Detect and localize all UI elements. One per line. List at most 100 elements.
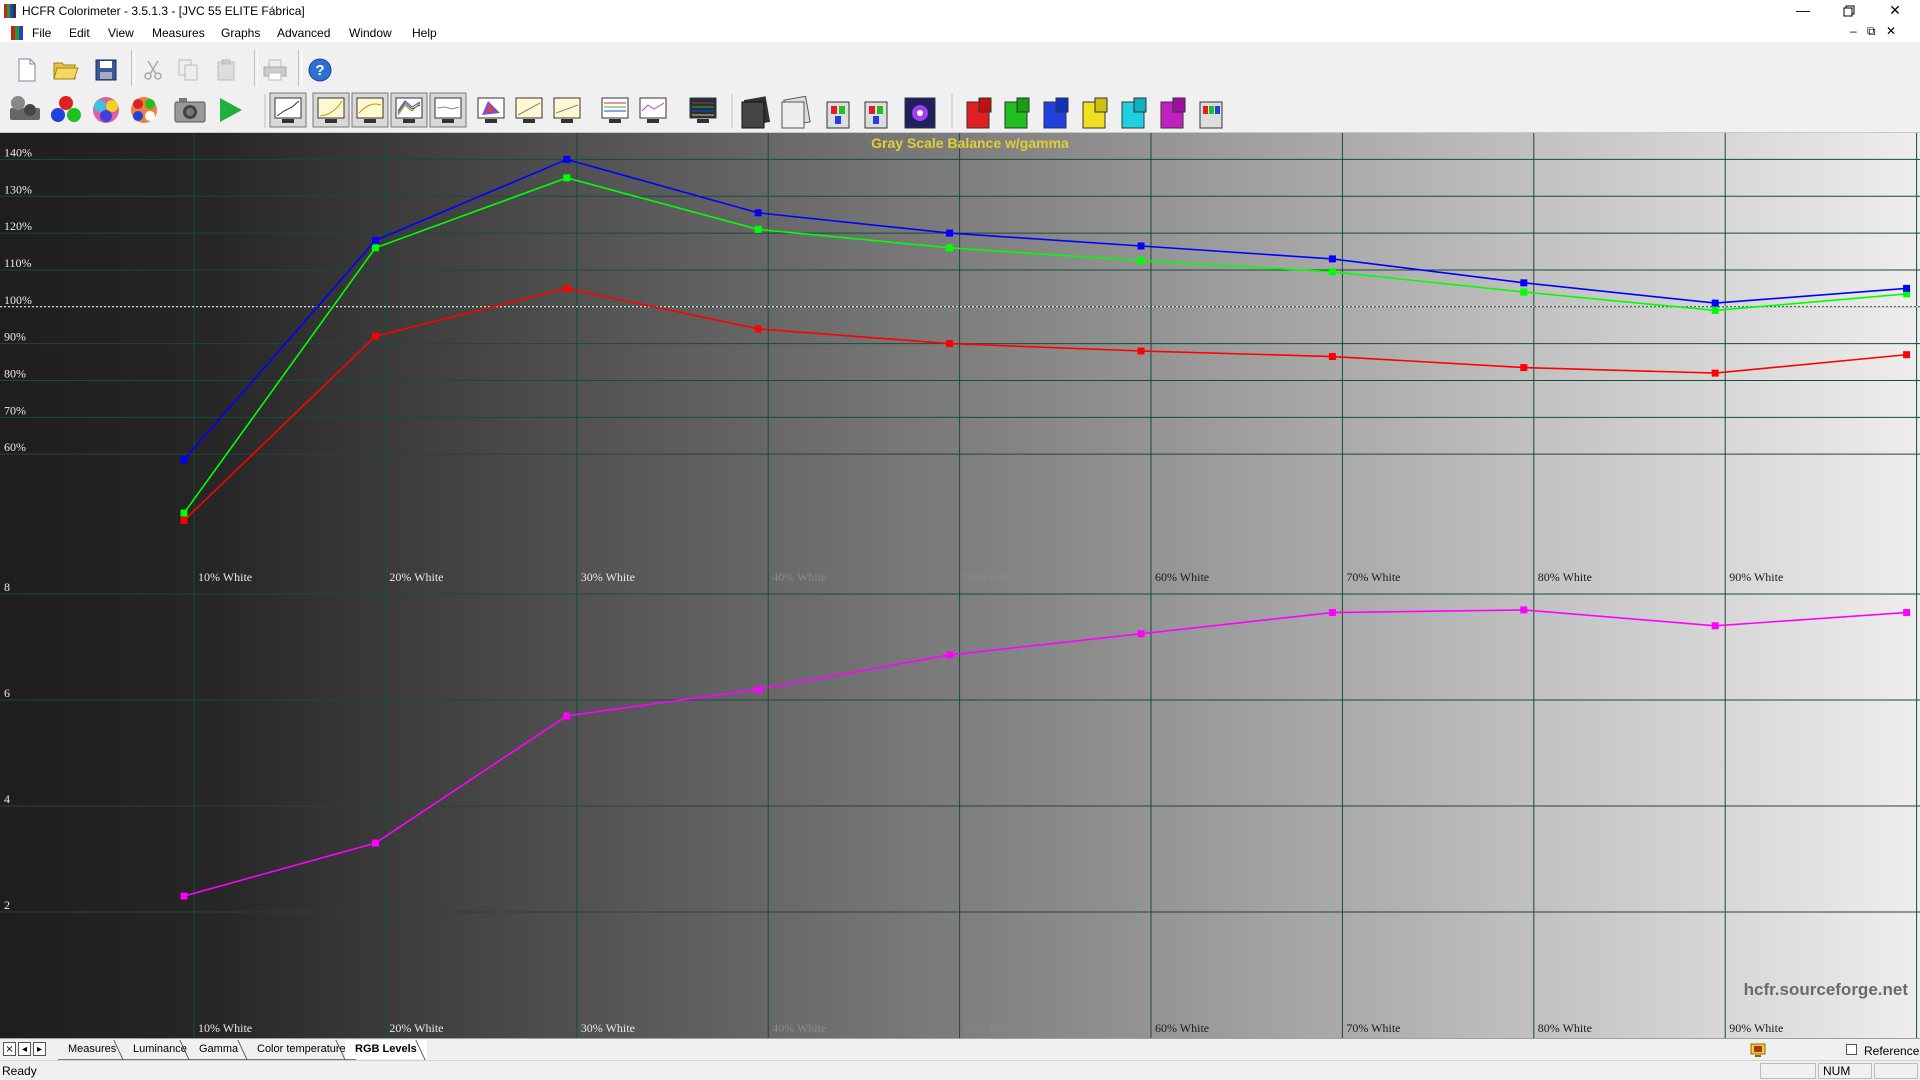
graph-grey2-icon[interactable] [553,97,581,123]
graph-saturation-icon[interactable] [689,97,717,123]
graph-grey-icon[interactable] [515,97,543,123]
new-document-icon[interactable] [10,53,44,87]
toolbar-separator [131,50,135,86]
cut-icon[interactable] [136,53,170,87]
tab-next-button[interactable]: ▸ [33,1042,46,1056]
play-icon[interactable] [220,98,242,122]
graph-gamma-icon[interactable] [312,92,350,128]
magenta-sat-icon[interactable] [1160,97,1186,129]
graph-luminance-icon[interactable] [269,92,307,128]
data-point [946,340,954,348]
x-tick-label: 80% White [1538,1021,1592,1035]
reference-checkbox[interactable] [1846,1044,1857,1055]
help-icon[interactable]: ? [303,53,337,87]
film-white-icon[interactable] [781,95,811,129]
menu-view[interactable]: View [108,26,134,40]
menu-window[interactable]: Window [349,26,392,40]
menu-help[interactable]: Help [412,26,437,40]
camera-icon[interactable] [174,98,206,123]
graph-rgb-icon[interactable] [390,92,428,128]
tab-rgb-levels[interactable]: RGB Levels [345,1040,427,1059]
data-point [1520,288,1528,296]
x-tick-label: 60% White [1155,1021,1209,1035]
data-point [371,244,379,252]
menu-edit[interactable]: Edit [69,26,90,40]
close-icon[interactable]: ✕ [1872,0,1918,22]
toolbar-separator [298,50,302,86]
graph-colortemp-icon[interactable] [429,92,467,128]
y-tick-label: 70% [4,403,26,417]
x-tick-label: 50% White [964,1021,1018,1035]
y-tick-label: 110% [4,256,32,270]
film-star-icon[interactable] [904,97,936,129]
x-tick-label: 10% White [198,1021,252,1035]
display-icon[interactable] [1750,1042,1766,1058]
app-icon [4,4,16,18]
mdi-close-icon[interactable]: ✕ [1886,24,1896,38]
data-point [754,325,762,333]
film-rgb-icon[interactable] [826,101,850,129]
rgb-balls-icon[interactable] [51,96,81,122]
data-point [371,839,379,847]
graph-view[interactable]: 60% 70% 80% 90% 100% 110% 120% 130% 140% 10% Whit… [0,133,1920,1038]
status-pane [1760,1063,1816,1079]
data-point [563,174,571,182]
y-tick-label: 6 [4,686,10,700]
data-point [1711,369,1719,377]
data-point [946,651,954,659]
minimize-icon[interactable]: — [1780,0,1826,22]
cie-diagram-icon[interactable] [477,97,505,123]
data-point [946,244,954,252]
save-icon[interactable] [89,53,123,87]
graph-near-white-icon[interactable] [639,97,667,123]
document-icon[interactable] [11,26,25,40]
hcfr-window: HCFR Colorimeter - 3.5.1.3 - [JVC 55 ELI… [0,0,1920,1080]
data-point [180,456,188,464]
data-point [563,712,571,720]
data-point [754,685,762,693]
x-tick-label: 40% White [772,570,826,584]
mdi-minimize-icon[interactable]: – [1850,24,1857,38]
tab-prev-button[interactable]: ◂ [18,1042,31,1056]
restore-icon[interactable] [1826,0,1872,22]
menu-graphs[interactable]: Graphs [221,26,260,40]
color-gamut-icon[interactable] [131,97,157,123]
menu-file[interactable]: File [32,26,51,40]
all-sat-icon[interactable] [1199,101,1223,129]
tab-first-button[interactable]: ⨯ [3,1042,16,1056]
y-tick-label: 120% [4,219,32,233]
print-icon[interactable] [258,53,292,87]
green-sat-icon[interactable] [1004,97,1030,129]
mdi-restore-icon[interactable]: ⧉ [1867,24,1876,39]
data-point [563,155,571,163]
graph-near-black-icon[interactable] [601,97,629,123]
film-rgb2-icon[interactable] [864,101,888,129]
status-bar: Ready NUM [0,1060,1920,1080]
tab-luminance[interactable]: Luminance [123,1040,197,1060]
graph-curve-icon[interactable] [351,92,389,128]
red-sat-icon[interactable] [966,97,992,129]
x-tick-label: 90% White [1729,1021,1783,1035]
film-black-icon[interactable] [741,96,771,129]
data-point [1520,279,1528,287]
data-point [1903,351,1911,359]
paste-icon[interactable] [209,53,243,87]
color-wheel-icon[interactable] [93,97,119,123]
data-point [1903,284,1911,292]
data-point [1328,255,1336,263]
open-folder-icon[interactable] [49,53,83,87]
data-point [1520,364,1528,372]
measures-toolbar [0,88,1920,133]
yellow-sat-icon[interactable] [1082,97,1108,129]
sensor-icon[interactable] [10,96,40,120]
data-point [1520,606,1528,614]
copy-icon[interactable] [171,53,205,87]
data-point [1137,347,1145,355]
menu-bar: File Edit View Measures Graphs Advanced … [0,22,1920,42]
menu-measures[interactable]: Measures [152,26,205,40]
blue-sat-icon[interactable] [1043,97,1069,129]
data-point [1711,299,1719,307]
menu-advanced[interactable]: Advanced [277,26,330,40]
cyan-sat-icon[interactable] [1121,97,1147,129]
y-tick-label: 4 [4,792,10,806]
